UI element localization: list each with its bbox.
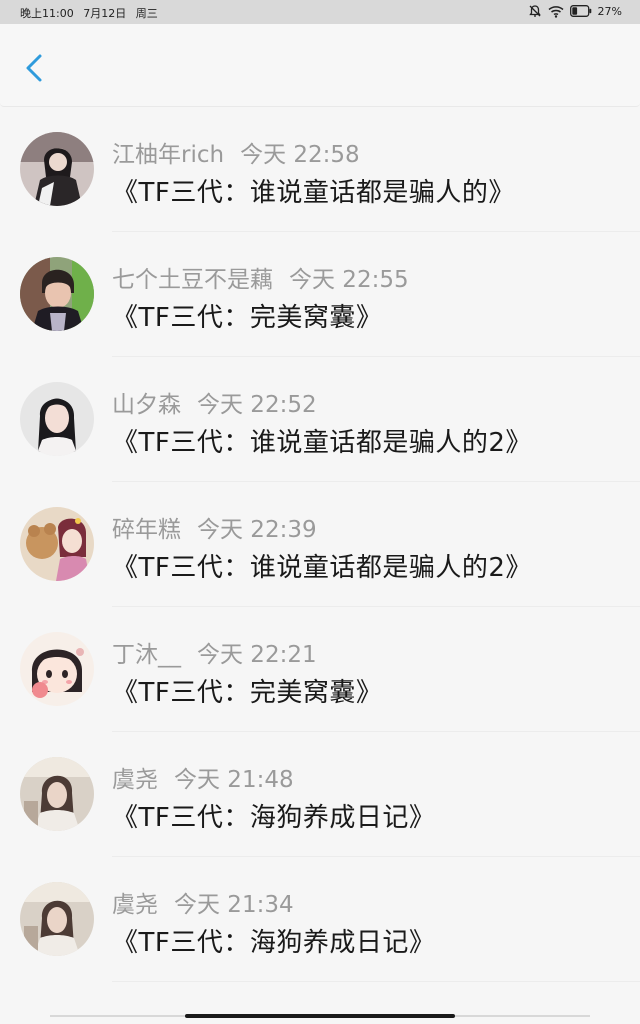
avatar[interactable] [20, 507, 94, 581]
wifi-icon [548, 5, 564, 18]
message-time: 今天 21:34 [174, 892, 294, 918]
list-item[interactable]: 山夕森 今天 22:52 《TF三代：谁说童话都是骗人的2》 [0, 357, 640, 482]
back-button[interactable] [18, 52, 50, 84]
message-meta: 碎年糕 今天 22:39 [112, 510, 317, 544]
message-time: 今天 22:39 [197, 517, 317, 543]
sender-name: 山夕森 [112, 392, 181, 418]
message-time: 今天 22:55 [289, 267, 409, 293]
message-text: 《TF三代：谁说童话都是骗人的2》 [112, 428, 532, 458]
message-meta: 七个土豆不是藕 今天 22:55 [112, 260, 409, 294]
message-text: 《TF三代：完美窝囊》 [112, 678, 383, 708]
message-meta: 江柚年rich 今天 22:58 [112, 135, 360, 169]
list-item[interactable]: 七个土豆不是藕 今天 22:55 《TF三代：完美窝囊》 [0, 232, 640, 357]
battery-percent: 27% [597, 4, 622, 18]
message-text: 《TF三代：谁说童话都是骗人的2》 [112, 553, 532, 583]
message-time: 今天 22:21 [197, 642, 317, 668]
status-time: 晚上11:00 [20, 7, 74, 20]
status-weekday: 周三 [135, 7, 158, 20]
status-icons: 27% [528, 4, 622, 18]
sender-name: 虞尧 [112, 767, 158, 793]
list-item[interactable]: 江柚年rich 今天 22:58 《TF三代：谁说童话都是骗人的》 [0, 107, 640, 232]
avatar[interactable] [20, 882, 94, 956]
list-item[interactable]: 虞尧 今天 21:34 《TF三代：海狗养成日记》 [0, 857, 640, 982]
message-text: 《TF三代：完美窝囊》 [112, 303, 383, 333]
avatar[interactable] [20, 382, 94, 456]
sender-name: 七个土豆不是藕 [112, 267, 273, 293]
avatar[interactable] [20, 632, 94, 706]
sender-name: 丁沐__ [112, 642, 181, 668]
message-meta: 丁沐__ 今天 22:21 [112, 635, 317, 669]
battery-icon [569, 5, 591, 17]
message-text: 《TF三代：谁说童话都是骗人的》 [112, 178, 515, 208]
list-item[interactable]: 虞尧 今天 21:48 《TF三代：海狗养成日记》 [0, 732, 640, 857]
status-bar: 晚上11:00 7月12日 周三 27% [0, 0, 640, 24]
status-datetime: 晚上11:00 7月12日 周三 [20, 5, 164, 21]
list-item[interactable]: 碎年糕 今天 22:39 《TF三代：谁说童话都是骗人的2》 [0, 482, 640, 607]
message-text: 《TF三代：海狗养成日记》 [112, 928, 436, 958]
message-time: 今天 22:52 [197, 392, 317, 418]
chevron-left-icon [26, 54, 42, 82]
message-time: 今天 22:58 [240, 142, 360, 168]
avatar[interactable] [20, 257, 94, 331]
sender-name: 虞尧 [112, 892, 158, 918]
message-list: 江柚年rich 今天 22:58 《TF三代：谁说童话都是骗人的》 七个土豆不是藕… [0, 107, 640, 982]
message-meta: 虞尧 今天 21:48 [112, 760, 294, 794]
bell-muted-icon [528, 5, 541, 17]
list-item[interactable]: 丁沐__ 今天 22:21 《TF三代：完美窝囊》 [0, 607, 640, 732]
status-date: 7月12日 [83, 7, 127, 20]
avatar[interactable] [20, 132, 94, 206]
message-text: 《TF三代：海狗养成日记》 [112, 803, 436, 833]
home-indicator[interactable] [185, 1014, 455, 1018]
sender-name: 江柚年rich [112, 142, 225, 168]
top-nav-bar [0, 24, 640, 107]
message-meta: 虞尧 今天 21:34 [112, 885, 294, 919]
avatar[interactable] [20, 757, 94, 831]
sender-name: 碎年糕 [112, 517, 181, 543]
message-meta: 山夕森 今天 22:52 [112, 385, 317, 419]
message-time: 今天 21:48 [174, 767, 294, 793]
divider [112, 981, 640, 982]
